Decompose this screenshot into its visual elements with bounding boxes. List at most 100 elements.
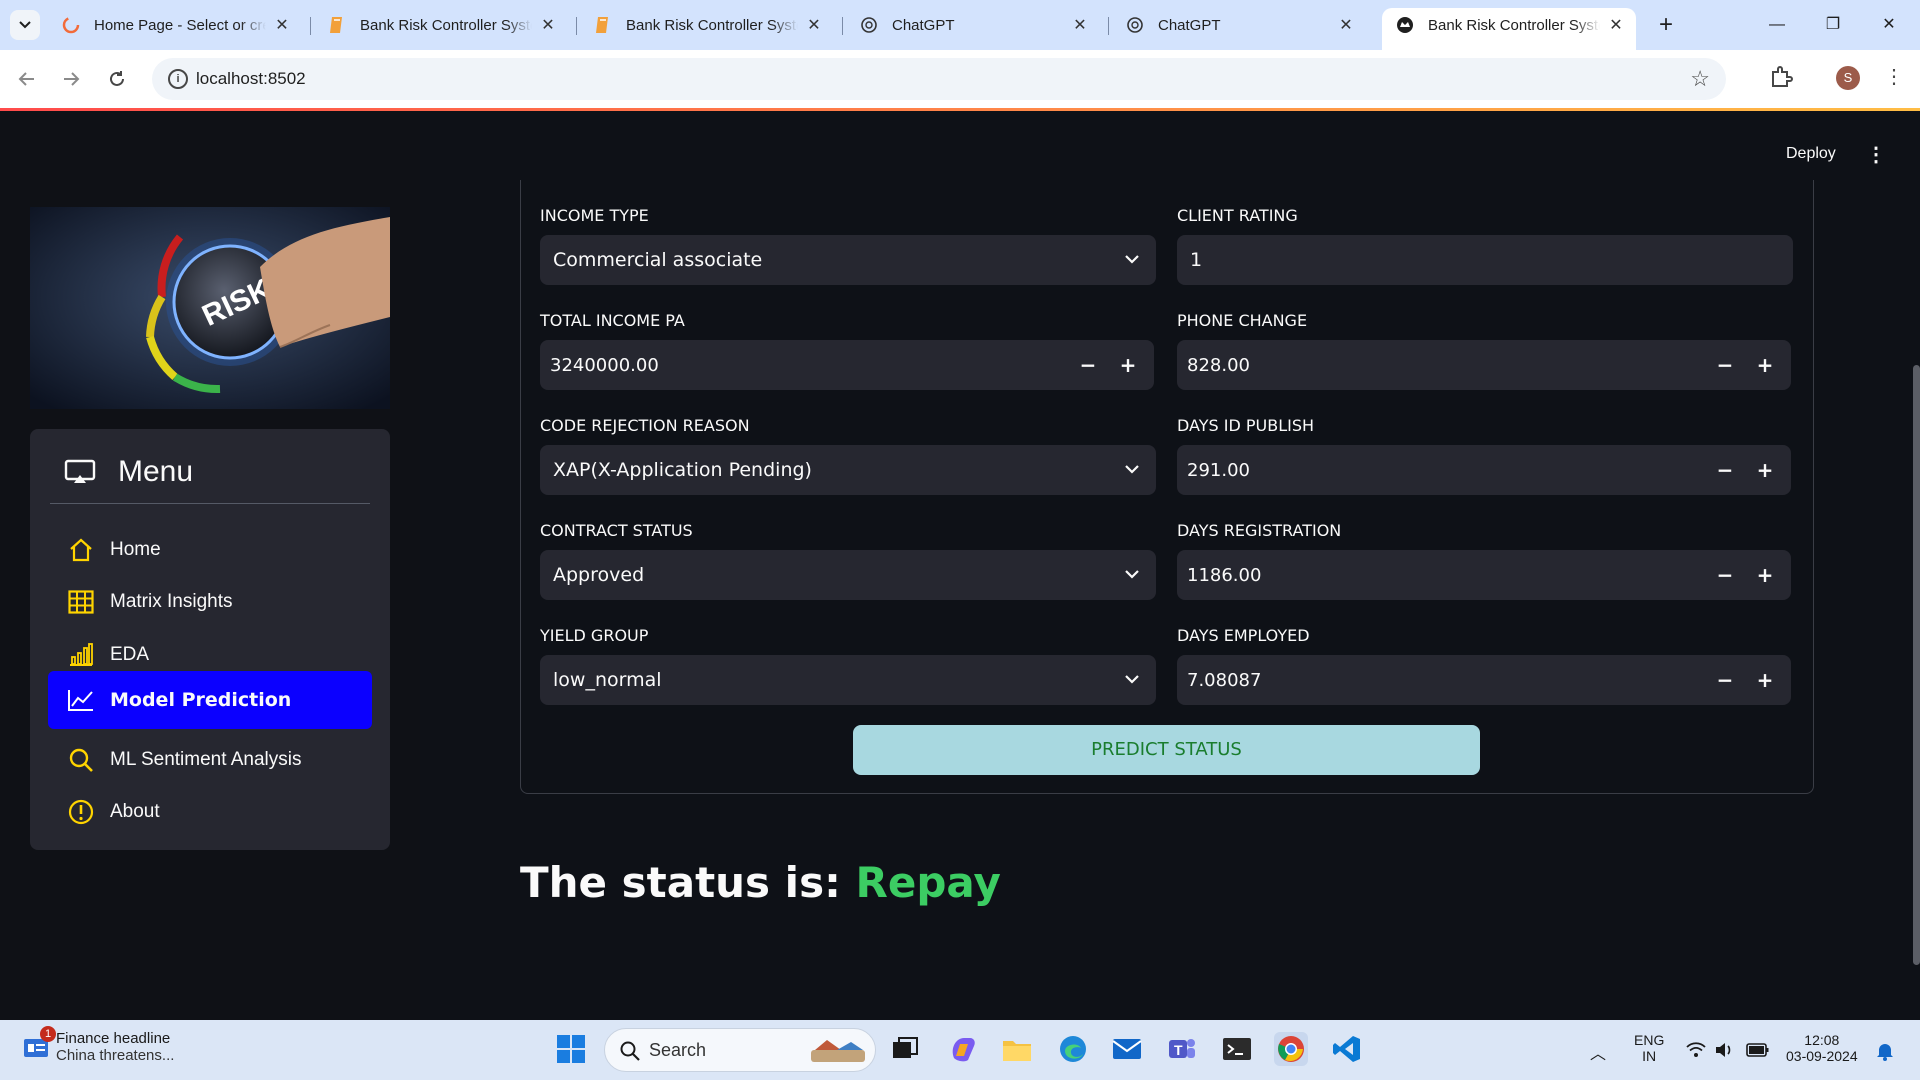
windows-start-icon[interactable] (554, 1032, 588, 1066)
minimize-button[interactable]: — (1762, 12, 1792, 38)
close-tab-icon[interactable]: ✕ (804, 15, 824, 35)
app-menu-icon[interactable]: ⋮ (1866, 142, 1886, 167)
chevron-down-icon (1125, 255, 1139, 264)
decrement-button[interactable]: − (1705, 655, 1745, 705)
copilot-icon[interactable] (946, 1032, 980, 1066)
browser-tab-bank-risk-1[interactable]: Bank Risk Controller System ✕ (314, 8, 568, 42)
contract-status-select[interactable]: Approved (540, 550, 1156, 600)
menu-title: Menu (118, 455, 194, 488)
days-registration-value[interactable]: 1186.00 (1187, 565, 1261, 586)
bar-chart-icon (66, 640, 96, 670)
increment-button[interactable]: + (1745, 550, 1785, 600)
battery-icon[interactable] (1746, 1042, 1770, 1058)
notification-bell-icon[interactable] (1876, 1041, 1894, 1061)
days-employed-input[interactable]: 7.08087 − + (1177, 655, 1791, 705)
tab-title: Bank Risk Controller System (1428, 16, 1600, 34)
extensions-puzzle-icon[interactable] (1768, 64, 1794, 90)
close-window-button[interactable]: ✕ (1874, 12, 1904, 38)
close-tab-icon[interactable]: ✕ (1336, 15, 1356, 35)
code-rejection-select[interactable]: XAP(X-Application Pending) (540, 445, 1156, 495)
days-registration-label: DAYS REGISTRATION (1177, 521, 1342, 540)
menu-item-ml-sentiment[interactable]: ML Sentiment Analysis (48, 734, 372, 786)
chrome-icon[interactable] (1274, 1032, 1308, 1066)
menu-item-label: ML Sentiment Analysis (110, 749, 302, 770)
browser-tab-chatgpt-1[interactable]: ChatGPT ✕ (846, 8, 1100, 42)
teams-icon[interactable]: T (1164, 1032, 1198, 1066)
decrement-button[interactable]: − (1705, 340, 1745, 390)
yield-group-select[interactable]: low_normal (540, 655, 1156, 705)
taskbar-search[interactable]: Search (604, 1028, 876, 1072)
browser-tab-chatgpt-2[interactable]: ChatGPT ✕ (1112, 8, 1366, 42)
url-omnibox[interactable]: i localhost:8502 ☆ (152, 58, 1726, 100)
svg-text:T: T (1174, 1042, 1183, 1058)
browser-tab-bank-risk-active[interactable]: Bank Risk Controller System ✕ (1382, 8, 1636, 50)
menu-item-model-prediction[interactable]: Model Prediction (48, 671, 372, 729)
increment-button[interactable]: + (1108, 340, 1148, 390)
menu-item-matrix-insights[interactable]: Matrix Insights (48, 576, 372, 628)
total-income-input[interactable]: 3240000.00 − + (540, 340, 1154, 390)
tab-separator (842, 17, 843, 35)
file-explorer-icon[interactable] (1000, 1032, 1034, 1066)
mail-icon[interactable] (1110, 1032, 1144, 1066)
close-tab-icon[interactable]: ✕ (538, 15, 558, 35)
forward-button[interactable] (56, 64, 86, 94)
streamlit-crown-icon (1396, 16, 1414, 34)
days-employed-value[interactable]: 7.08087 (1187, 670, 1261, 691)
client-rating-input[interactable]: 1 (1177, 235, 1793, 285)
page-scrollbar[interactable] (1913, 365, 1920, 965)
back-button[interactable] (12, 64, 42, 94)
days-registration-input[interactable]: 1186.00 − + (1177, 550, 1791, 600)
phone-change-value[interactable]: 828.00 (1187, 355, 1250, 376)
decrement-button[interactable]: − (1068, 340, 1108, 390)
tab-search-button[interactable] (10, 10, 40, 40)
language-indicator[interactable]: ENG IN (1634, 1032, 1664, 1064)
close-tab-icon[interactable]: ✕ (1070, 15, 1090, 35)
browser-menu-icon[interactable]: ⋮ (1884, 64, 1904, 90)
volume-icon[interactable] (1714, 1041, 1734, 1059)
bookmark-star-icon[interactable]: ☆ (1690, 66, 1710, 92)
increment-button[interactable]: + (1745, 340, 1785, 390)
menu-item-about[interactable]: About (48, 786, 372, 838)
edge-browser-icon[interactable] (1056, 1032, 1090, 1066)
days-id-publish-value[interactable]: 291.00 (1187, 460, 1250, 481)
chatgpt-icon (1126, 16, 1144, 34)
news-widget[interactable]: 1 Finance headline China threatens... (22, 1026, 174, 1064)
days-id-publish-input[interactable]: 291.00 − + (1177, 445, 1791, 495)
decrement-button[interactable]: − (1705, 550, 1745, 600)
clock[interactable]: 12:08 03-09-2024 (1786, 1032, 1858, 1064)
increment-button[interactable]: + (1745, 655, 1785, 705)
income-type-select[interactable]: Commercial associate (540, 235, 1156, 285)
client-rating-value[interactable]: 1 (1190, 249, 1202, 271)
chevron-down-icon (19, 21, 31, 29)
loading-ring-icon (62, 16, 80, 34)
increment-button[interactable]: + (1745, 445, 1785, 495)
deploy-button[interactable]: Deploy (1786, 145, 1836, 163)
phone-change-input[interactable]: 828.00 − + (1177, 340, 1791, 390)
close-tab-icon[interactable]: ✕ (1606, 15, 1626, 35)
site-info-icon[interactable]: i (168, 69, 188, 89)
url-text[interactable]: localhost:8502 (196, 69, 306, 89)
wifi-icon[interactable] (1686, 1042, 1706, 1058)
search-icon (620, 1041, 640, 1061)
vscode-icon[interactable] (1330, 1032, 1364, 1066)
new-tab-button[interactable]: + (1652, 12, 1680, 40)
browser-tab-home[interactable]: Home Page - Select or create ✕ (48, 8, 302, 42)
profile-avatar[interactable]: S (1836, 66, 1860, 90)
browser-tab-bank-risk-2[interactable]: Bank Risk Controller System ✕ (580, 8, 834, 42)
days-employed-label: DAYS EMPLOYED (1177, 626, 1310, 645)
close-tab-icon[interactable]: ✕ (272, 15, 292, 35)
news-title: Finance headline (56, 1030, 171, 1047)
tab-title: Home Page - Select or create (94, 16, 266, 34)
predict-status-button[interactable]: PREDICT STATUS (853, 725, 1480, 775)
show-hidden-icons-chevron[interactable]: ︿ (1590, 1040, 1606, 1064)
restore-button[interactable]: ❐ (1818, 12, 1848, 38)
streamlit-bookmark-icon (594, 16, 612, 34)
reload-button[interactable] (102, 64, 132, 94)
menu-item-home[interactable]: Home (48, 524, 372, 576)
decrement-button[interactable]: − (1705, 445, 1745, 495)
client-rating-label: CLIENT RATING (1177, 206, 1298, 225)
task-view-icon[interactable] (888, 1032, 922, 1066)
terminal-icon[interactable] (1220, 1032, 1254, 1066)
menu-item-label: Model Prediction (110, 689, 292, 711)
total-income-value[interactable]: 3240000.00 (550, 355, 659, 376)
